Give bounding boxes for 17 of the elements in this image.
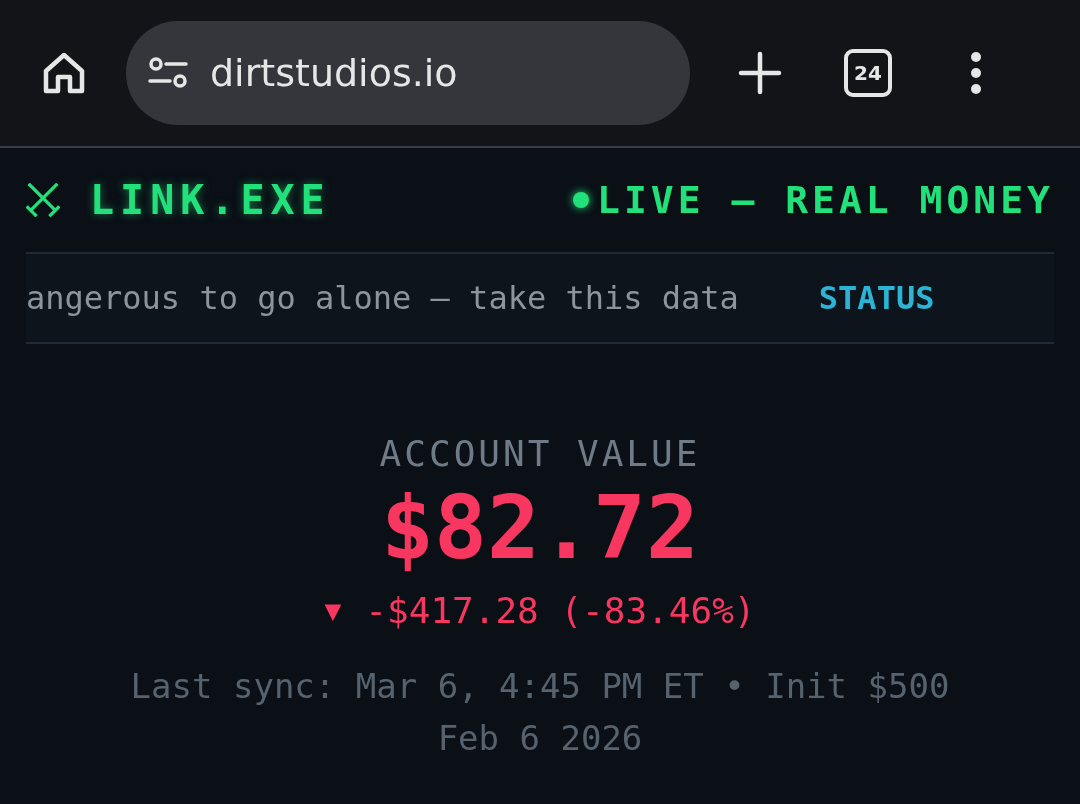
menu-icon[interactable]	[970, 51, 982, 95]
trend-icon: ▼	[324, 586, 342, 636]
account-label: ACCOUNT VALUE	[379, 432, 701, 476]
url-text: dirtstudios.io	[210, 51, 458, 95]
new-tab-icon[interactable]	[738, 51, 782, 95]
start-date: Feb 6 2026	[437, 717, 643, 760]
account-value: $82.72	[381, 478, 699, 578]
live-status: LIVE — REAL MONEY	[597, 178, 1054, 222]
change-amount: -$417.28 (-83.46%)	[365, 589, 756, 633]
ticker-text: angerous to go alone — take this data	[26, 279, 739, 317]
crossed-swords-icon	[26, 183, 60, 217]
site-settings-icon[interactable]	[148, 56, 188, 90]
ticker-tag: STATUS	[818, 279, 935, 317]
app-logo: LINK.EXE	[90, 177, 331, 223]
address-bar[interactable]: dirtstudios.io	[126, 21, 690, 125]
tab-count-button[interactable]: 24	[844, 49, 892, 97]
sync-info: Last sync: Mar 6, 4:45 PM ET • Init $500	[130, 665, 950, 708]
